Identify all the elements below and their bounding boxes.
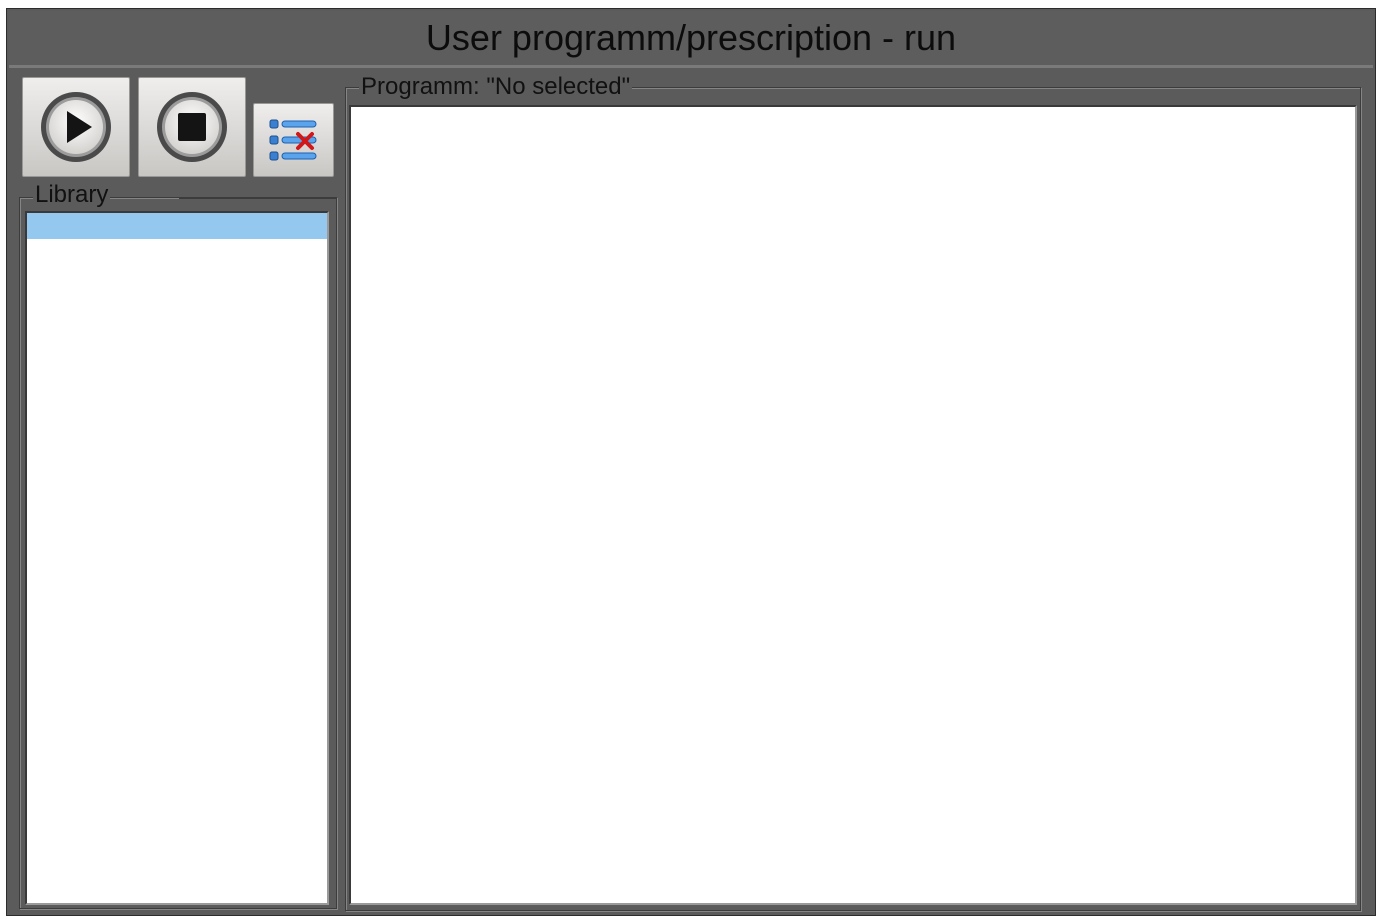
play-icon — [41, 92, 111, 162]
library-legend: Library — [33, 181, 111, 208]
program-run-window: User programm/prescription - run Library… — [6, 8, 1376, 916]
list-remove-icon — [269, 119, 316, 161]
library-list[interactable] — [25, 211, 329, 905]
run-button[interactable] — [22, 77, 130, 177]
clear-list-button[interactable] — [253, 103, 334, 177]
stop-icon — [157, 92, 227, 162]
window-title-bar: User programm/prescription - run — [9, 11, 1373, 68]
window-title: User programm/prescription - run — [425, 17, 957, 58]
program-legend: Programm: "No selected" — [359, 73, 633, 100]
list-item[interactable] — [27, 213, 327, 239]
program-steps-view[interactable] — [349, 105, 1357, 905]
library-group-line — [179, 197, 337, 199]
stop-button[interactable] — [138, 77, 246, 177]
